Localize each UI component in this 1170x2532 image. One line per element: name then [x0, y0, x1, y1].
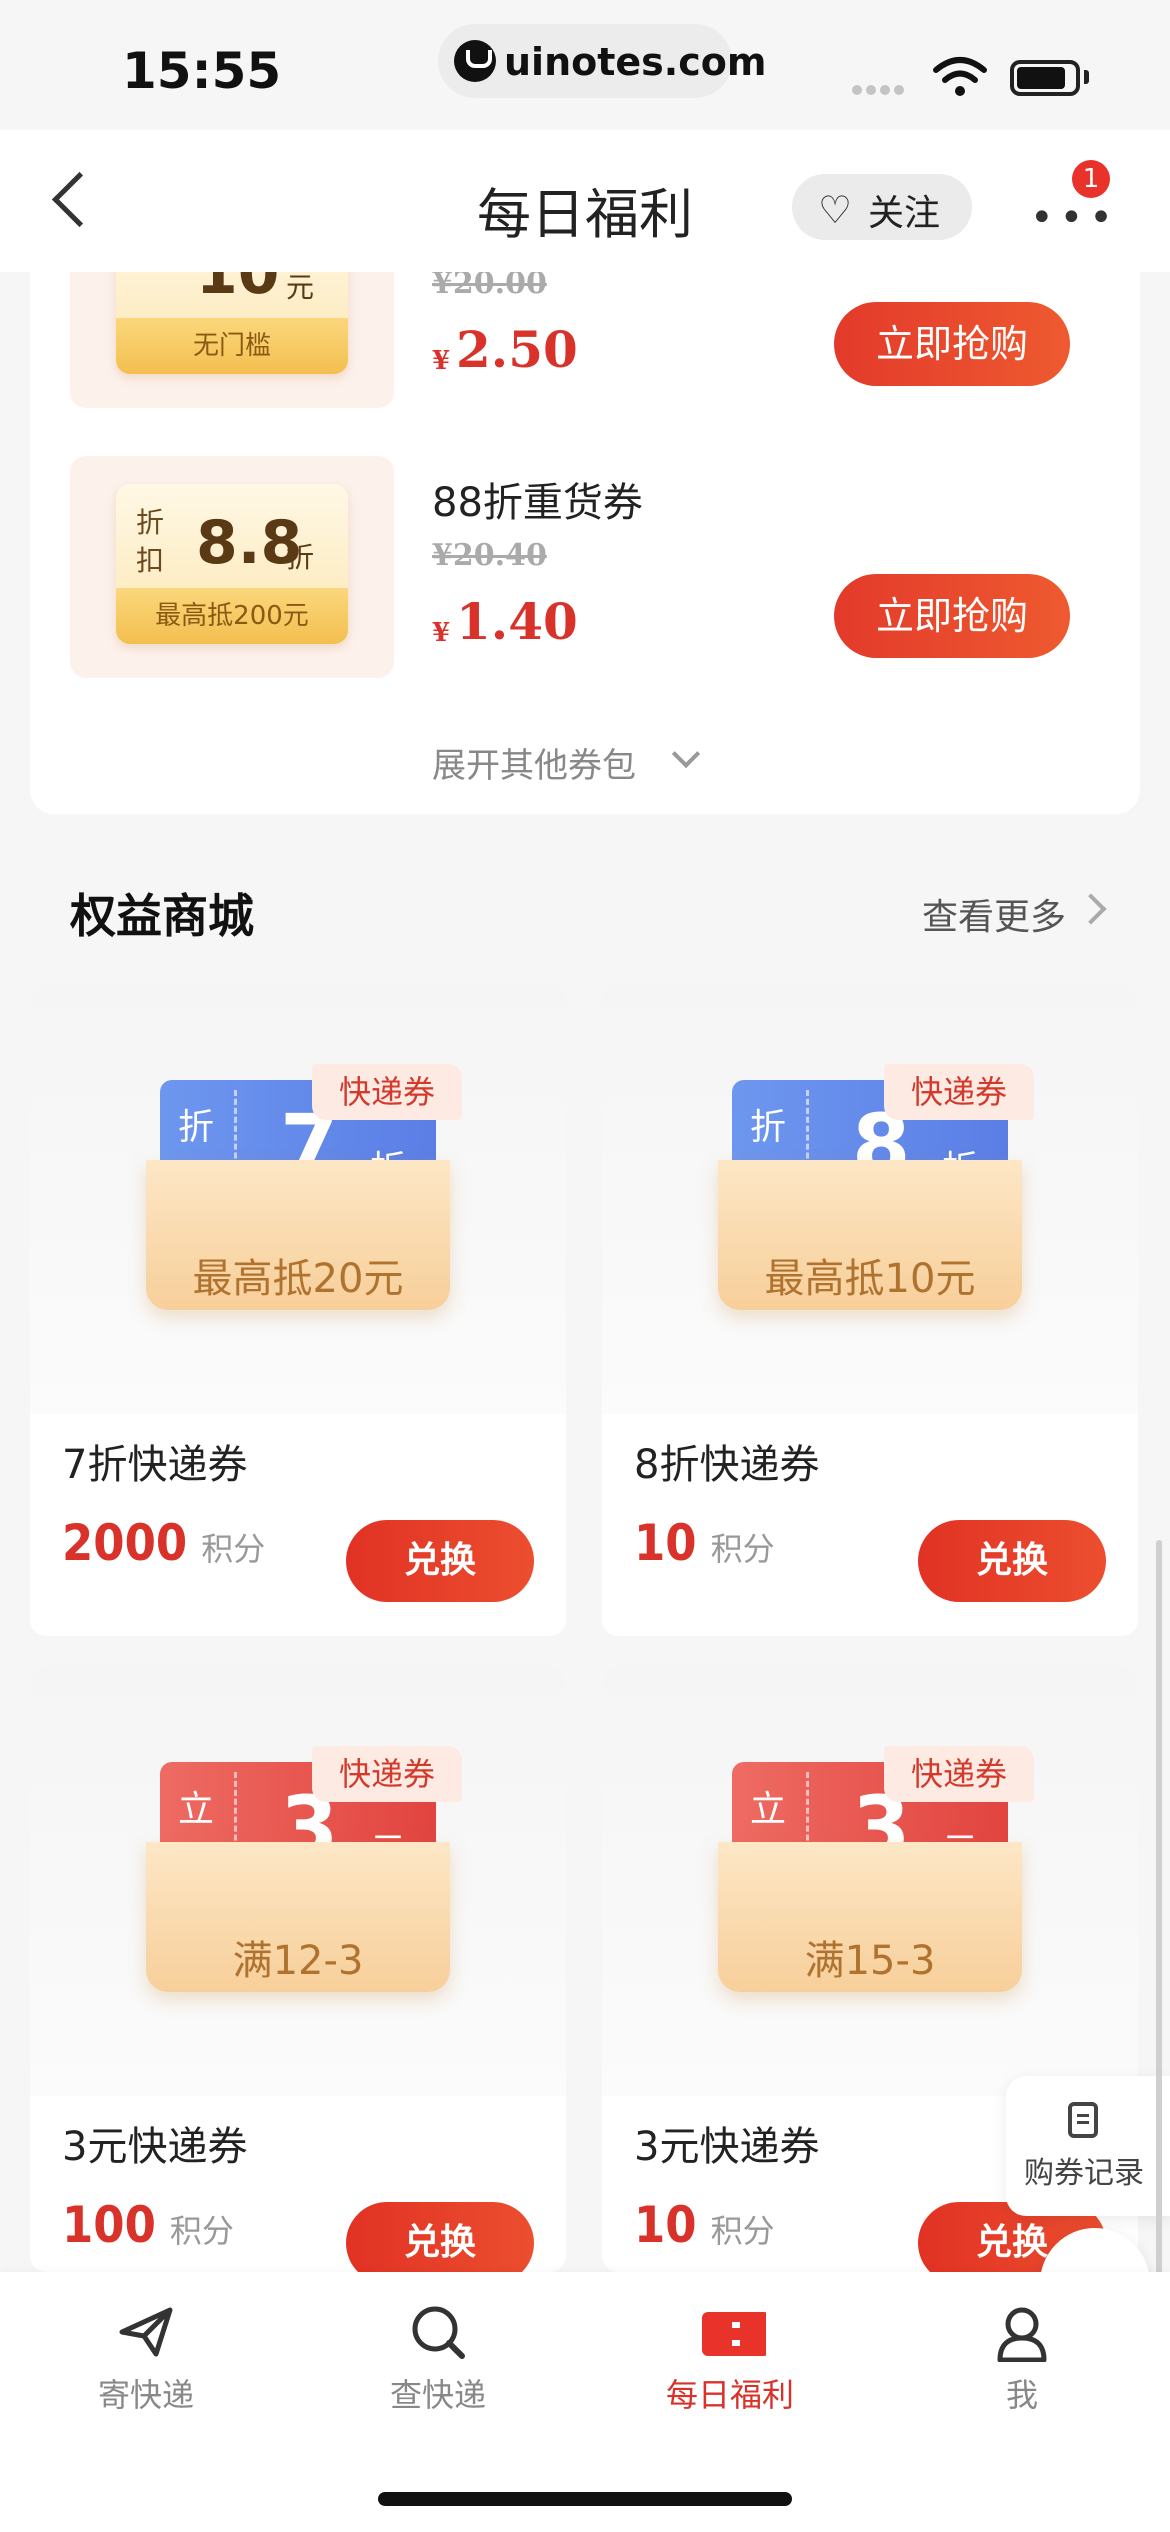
coupon-old-price: ¥20.40 [432, 538, 547, 573]
section-title: 权益商城 [70, 889, 254, 943]
page-title: 每日福利 [477, 183, 693, 246]
send-icon [119, 2307, 173, 2357]
points-value: 2000 [62, 1514, 188, 1572]
coupon-name: 88折重货券 [432, 480, 643, 526]
points-unit: 积分 [710, 2212, 775, 2250]
coupon-thumb-unit: 元 [286, 271, 315, 304]
site-logo-icon [454, 40, 496, 82]
tab-label: 我 [1005, 2376, 1038, 2414]
envelope-text: 满12-3 [232, 1938, 364, 1984]
product-image: 立减 3 元 快递券 满12-3 [30, 1666, 566, 2096]
battery-tip [1084, 70, 1089, 84]
product-image: 折扣 8 折 快递券 最高抵10元 [602, 984, 1138, 1414]
coupon-currency: ¥ [432, 346, 451, 376]
receipt-icon [1068, 2102, 1098, 2138]
points-value: 10 [634, 2196, 697, 2254]
ticket-icon [702, 2312, 766, 2356]
signal-icon [852, 80, 912, 95]
points-unit: 积分 [169, 2212, 234, 2250]
url-text: uinotes.com [504, 40, 767, 84]
product-image: 立减 3 元 快递券 满15-3 [602, 1666, 1138, 2096]
battery-icon [1010, 60, 1080, 96]
notification-badge: 1 [1072, 160, 1110, 198]
coupon-tag: 快递券 [884, 1064, 1034, 1120]
tab-send[interactable]: 寄快递 [0, 2272, 292, 2452]
tab-label: 寄快递 [97, 2376, 194, 2414]
follow-label: 关注 [868, 193, 941, 234]
points-value: 10 [634, 1514, 697, 1572]
status-time: 15:55 [122, 42, 282, 100]
points-unit: 积分 [201, 1530, 266, 1568]
purchase-record-label: 购券记录 [1024, 2156, 1144, 2191]
more-icon[interactable]: ••• [1030, 195, 1119, 241]
see-more-link[interactable]: 查看更多 [922, 888, 1066, 940]
points-unit: 积分 [710, 1530, 775, 1568]
expand-coupons-link[interactable]: 展开其他券包 [432, 738, 636, 787]
coupon-price: 1.40 [456, 592, 578, 651]
coupon-thumb-side: 折扣 [136, 506, 165, 577]
tab-label: 查快递 [389, 2376, 486, 2414]
coupon-currency: ¥ [432, 618, 451, 648]
home-indicator [378, 2492, 792, 2506]
coupon-thumb: 折扣 8.8 折 最高抵200元 [70, 456, 394, 678]
user-icon [997, 2307, 1047, 2362]
product-name: 7折快递券 [62, 1442, 248, 1488]
coupon-thumb-label: 无门槛 [116, 318, 348, 374]
coupon-thumb-label: 最高抵200元 [116, 588, 348, 644]
product-name: 3元快递券 [634, 2124, 820, 2170]
redeem-button[interactable]: 兑换 [346, 2202, 534, 2272]
redeem-button[interactable]: 兑换 [346, 1520, 534, 1602]
coupon-tag: 快递券 [312, 1746, 462, 1802]
tab-label: 每日福利 [665, 2376, 794, 2414]
envelope-text: 最高抵20元 [192, 1256, 404, 1302]
points-value: 100 [62, 2196, 156, 2254]
product-card[interactable]: 折扣 8 折 快递券 最高抵10元 8折快递券 10 积分 兑换 [602, 984, 1138, 1636]
scrollbar[interactable] [1156, 1540, 1162, 2390]
product-card[interactable]: 折扣 7 折 快递券 最高抵20元 7折快递券 2000 积分 兑换 [30, 984, 566, 1636]
heart-plus-icon: ♡ [818, 188, 853, 232]
coupon-thumb-unit: 折 [286, 541, 315, 574]
coupon-price: 2.50 [456, 320, 578, 379]
product-name: 8折快递券 [634, 1442, 820, 1488]
search-icon [412, 2306, 465, 2359]
envelope-text: 满15-3 [804, 1938, 936, 1984]
wifi-icon [933, 57, 987, 96]
points-price: 2000 积分 [62, 1514, 265, 1572]
points-price: 100 积分 [62, 2196, 234, 2254]
buy-now-button[interactable]: 立即抢购 [834, 302, 1070, 386]
buy-now-button[interactable]: 立即抢购 [834, 574, 1070, 658]
coupon-tag: 快递券 [312, 1064, 462, 1120]
product-image: 折扣 7 折 快递券 最高抵20元 [30, 984, 566, 1414]
points-price: 10 积分 [634, 1514, 775, 1572]
tab-daily-welfare[interactable]: 每日福利 [584, 2272, 876, 2452]
tab-me[interactable]: 我 [876, 2272, 1168, 2452]
tab-track[interactable]: 查快递 [292, 2272, 584, 2452]
chevron-right-icon [1075, 893, 1107, 925]
purchase-record-button[interactable] [1006, 2076, 1170, 2216]
product-name: 3元快递券 [62, 2124, 248, 2170]
redeem-button[interactable]: 兑换 [918, 1520, 1106, 1602]
coupon-tag: 快递券 [884, 1746, 1034, 1802]
points-price: 10 积分 [634, 2196, 775, 2254]
product-card[interactable]: 立减 3 元 快递券 满12-3 3元快递券 100 积分 兑换 [30, 1666, 566, 2272]
envelope-text: 最高抵10元 [764, 1256, 976, 1302]
